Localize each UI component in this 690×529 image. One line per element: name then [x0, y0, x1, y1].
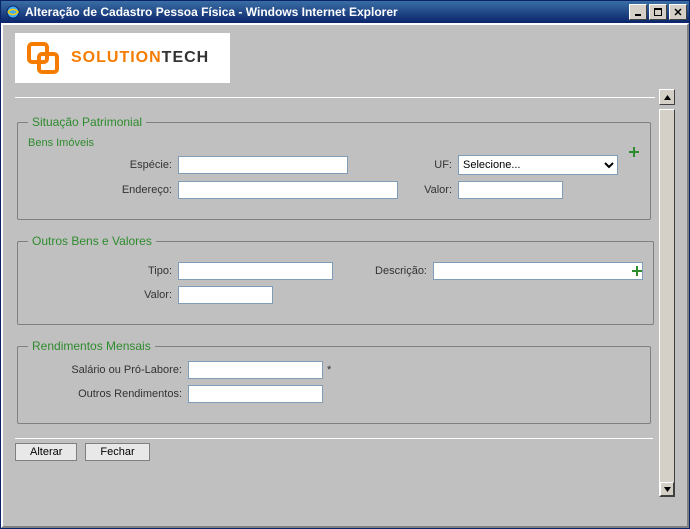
add-bens-imoveis-icon[interactable] — [628, 145, 640, 161]
ie-window: Alteração de Cadastro Pessoa Física - Wi… — [0, 0, 690, 529]
top-divider — [15, 89, 675, 105]
valor-imovel-input[interactable] — [458, 181, 563, 199]
endereco-input[interactable] — [178, 181, 398, 199]
minimize-button[interactable] — [629, 4, 647, 20]
tipo-input[interactable] — [178, 262, 333, 280]
salario-label: Salário ou Pró-Labore: — [28, 364, 188, 376]
legend-rendimentos: Rendimentos Mensais — [28, 339, 155, 353]
valor-bens-label: Valor: — [28, 289, 178, 301]
scrollbar-track[interactable] — [660, 110, 674, 482]
descricao-label: Descrição: — [353, 265, 433, 277]
legend-situacao: Situação Patrimonial — [28, 115, 146, 129]
fieldset-rendimentos: Rendimentos Mensais Salário ou Pró-Labor… — [17, 339, 651, 424]
tipo-label: Tipo: — [28, 265, 178, 277]
legend-outros-bens: Outros Bens e Valores — [28, 234, 156, 248]
outros-rend-input[interactable] — [188, 385, 323, 403]
fieldset-situacao-patrimonial: Situação Patrimonial Bens Imóveis Espéci… — [17, 115, 651, 220]
valor-imovel-label: Valor: — [398, 184, 458, 196]
valor-bens-input[interactable] — [178, 286, 273, 304]
uf-select[interactable]: Selecione... — [458, 155, 618, 175]
bottom-divider — [15, 438, 653, 439]
window-title: Alteração de Cadastro Pessoa Física - Wi… — [25, 5, 629, 19]
alterar-button[interactable]: Alterar — [15, 443, 77, 461]
titlebar: Alteração de Cadastro Pessoa Física - Wi… — [1, 1, 689, 23]
endereco-label: Endereço: — [28, 184, 178, 196]
required-mark: * — [327, 364, 331, 376]
scroll-up-button[interactable] — [659, 89, 675, 105]
scroll-down-button[interactable] — [660, 482, 674, 496]
form-content: Situação Patrimonial Bens Imóveis Espéci… — [15, 109, 659, 497]
especie-input[interactable] — [178, 156, 348, 174]
salario-input[interactable] — [188, 361, 323, 379]
logo-icon — [23, 38, 63, 78]
logo: SOLUTIONTECH — [15, 33, 230, 83]
outros-rend-label: Outros Rendimentos: — [28, 388, 188, 400]
scroll-area: Situação Patrimonial Bens Imóveis Espéci… — [15, 109, 675, 497]
close-button[interactable] — [669, 4, 687, 20]
fechar-button[interactable]: Fechar — [85, 443, 149, 461]
subheader-bens-imoveis: Bens Imóveis — [28, 137, 640, 149]
client-area: SOLUTIONTECH Situação Patrimonial Bens I… — [1, 23, 689, 528]
add-outros-bens-icon[interactable] — [631, 264, 643, 280]
logo-text: SOLUTIONTECH — [71, 49, 209, 67]
window-buttons — [629, 4, 687, 20]
especie-label: Espécie: — [28, 159, 178, 171]
vertical-scrollbar[interactable] — [659, 109, 675, 497]
fieldset-outros-bens: Outros Bens e Valores Tipo: Descrição: V… — [17, 234, 654, 325]
ie-icon — [5, 4, 21, 20]
descricao-input[interactable] — [433, 262, 643, 280]
button-bar: Alterar Fechar — [15, 443, 653, 461]
maximize-button[interactable] — [649, 4, 667, 20]
uf-label: UF: — [368, 159, 458, 171]
